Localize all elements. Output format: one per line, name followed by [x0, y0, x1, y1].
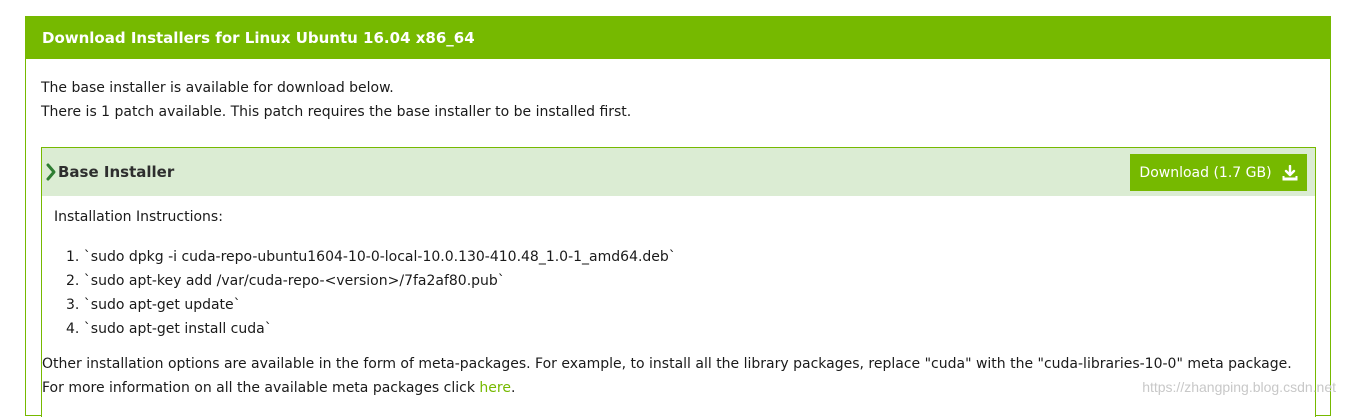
list-item: 4. `sudo apt-get install cuda`: [66, 321, 272, 337]
base-installer-header[interactable]: Base Installer Download (1.7 GB): [42, 148, 1315, 196]
watermark: https://zhangping.blog.csdn.net: [1142, 379, 1336, 395]
download-button-label: Download (1.7 GB): [1139, 164, 1272, 181]
download-button[interactable]: Download (1.7 GB): [1130, 154, 1307, 191]
meta-packages-line-1: Other installation options are available…: [42, 356, 1292, 372]
installation-instructions-title: Installation Instructions:: [54, 209, 223, 225]
download-installers-panel: Download Installers for Linux Ubuntu 16.…: [25, 16, 1331, 417]
base-installer-section: Base Installer Download (1.7 GB) Install…: [41, 147, 1316, 417]
intro-text: The base installer is available for down…: [41, 76, 631, 124]
meta-packages-suffix: .: [510, 380, 516, 396]
intro-line-1: The base installer is available for down…: [41, 80, 394, 96]
base-installer-title: Base Installer: [58, 163, 175, 181]
chevron-right-icon: [44, 148, 58, 196]
download-icon: [1282, 164, 1298, 181]
intro-line-2: There is 1 patch available. This patch r…: [41, 104, 632, 120]
meta-packages-line-2: For more information on all the availabl…: [42, 376, 1292, 400]
list-item: 1. `sudo dpkg -i cuda-repo-ubuntu1604-10…: [66, 249, 676, 265]
meta-packages-info: Other installation options are available…: [42, 352, 1292, 400]
list-item: 2. `sudo apt-key add /var/cuda-repo-<ver…: [66, 273, 505, 289]
list-item: 3. `sudo apt-get update`: [66, 297, 241, 313]
installation-steps: 1. `sudo dpkg -i cuda-repo-ubuntu1604-10…: [66, 245, 676, 341]
base-installer-toggle[interactable]: Base Installer: [42, 148, 174, 196]
here-link[interactable]: here: [479, 380, 511, 396]
meta-packages-prefix: For more information on all the availabl…: [42, 380, 480, 396]
panel-title: Download Installers for Linux Ubuntu 16.…: [26, 17, 1330, 59]
